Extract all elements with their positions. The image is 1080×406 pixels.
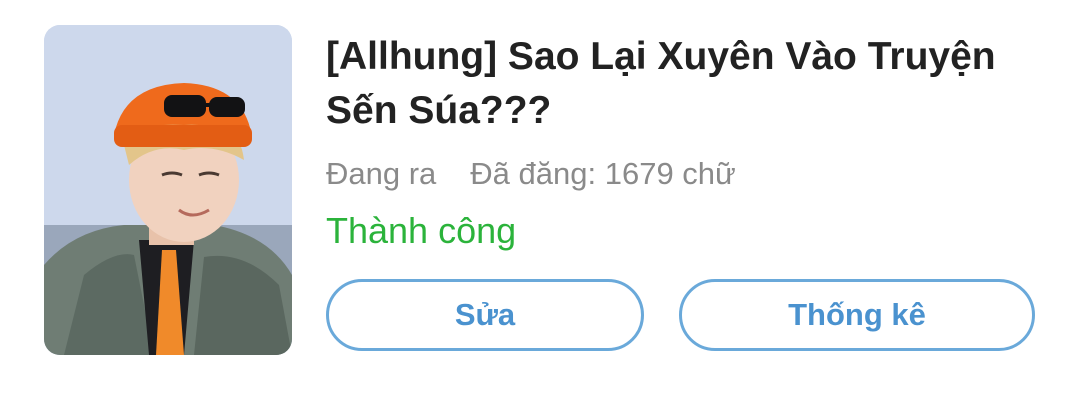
stats-button[interactable]: Thống kê bbox=[679, 279, 1035, 351]
word-count: Đã đăng: 1679 chữ bbox=[470, 156, 736, 191]
story-status: Đang ra bbox=[326, 156, 437, 191]
cover-image[interactable] bbox=[44, 25, 292, 355]
story-title[interactable]: [Allhung] Sao Lại Xuyên Vào Truyện Sến S… bbox=[326, 30, 1046, 138]
stats-button-label: Thống kê bbox=[788, 297, 926, 332]
story-meta: Đang ra Đã đăng: 1679 chữ bbox=[326, 152, 736, 196]
cover-illustration bbox=[44, 25, 292, 355]
publish-state: Thành công bbox=[326, 210, 517, 251]
edit-button-label: Sửa bbox=[454, 297, 516, 332]
story-card[interactable]: [Allhung] Sao Lại Xuyên Vào Truyện Sến S… bbox=[0, 0, 1080, 406]
edit-button[interactable]: Sửa bbox=[326, 279, 644, 351]
